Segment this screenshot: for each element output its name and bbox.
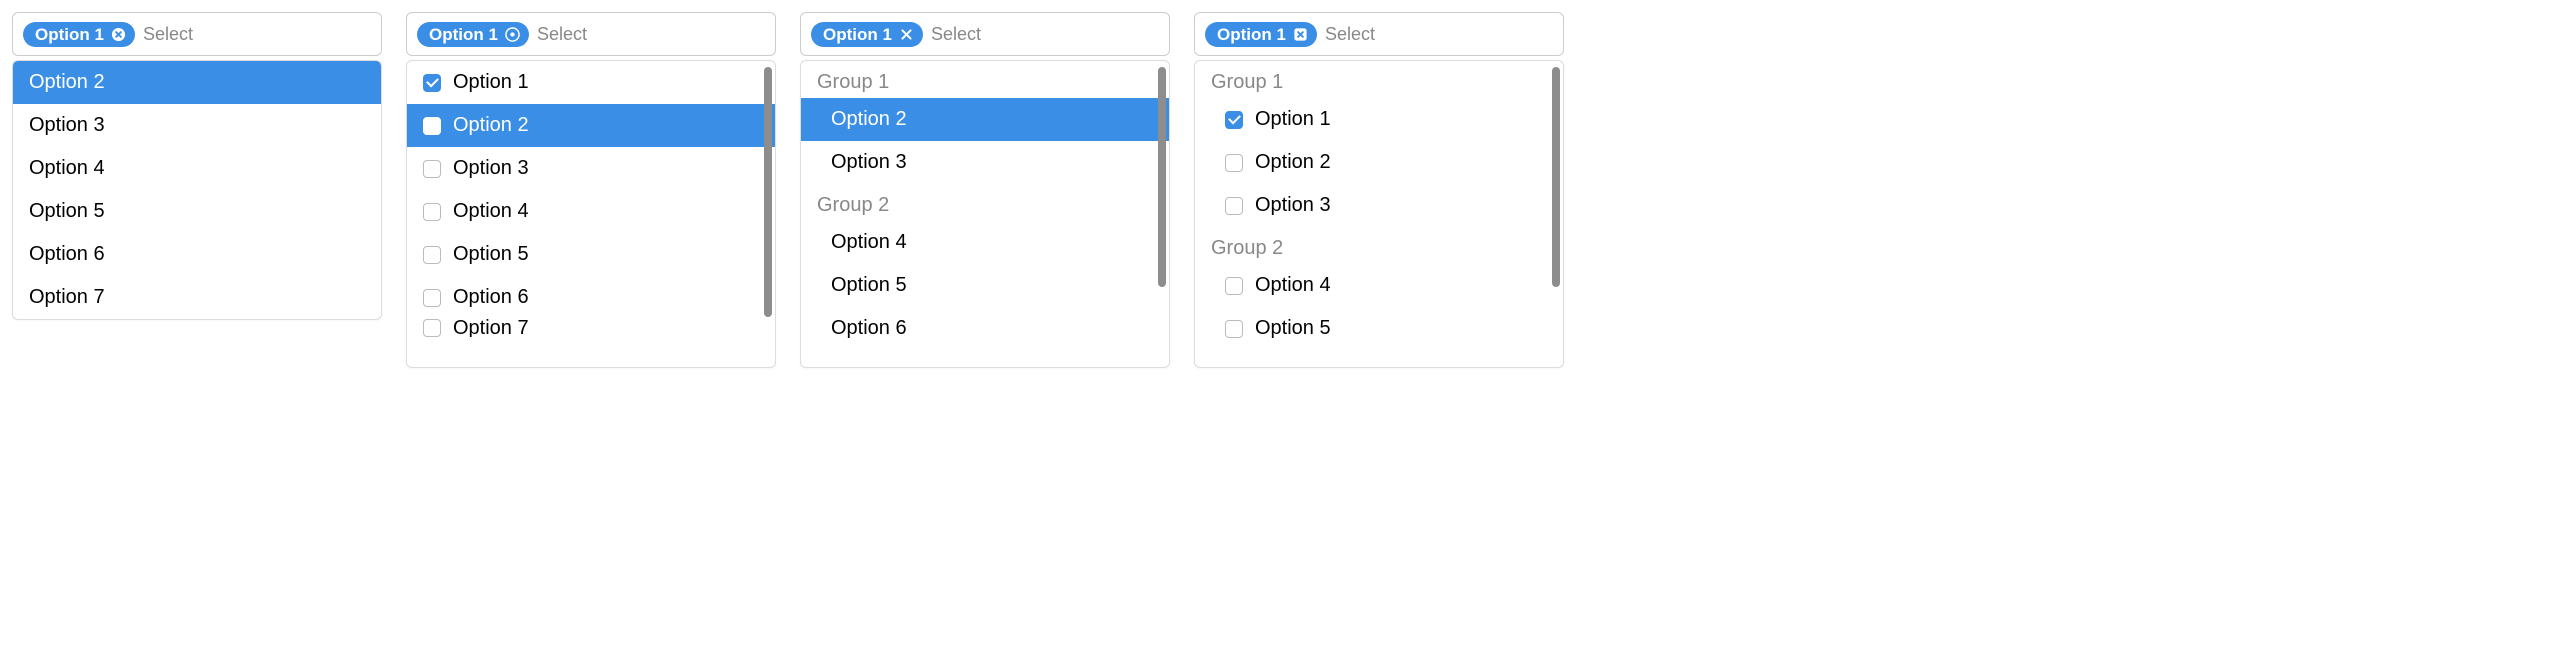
option-item[interactable]: Option 4 — [1195, 264, 1563, 307]
option-item[interactable]: Option 1 — [407, 61, 775, 104]
checkbox-icon — [423, 203, 441, 221]
checkbox-icon — [423, 74, 441, 92]
remove-chip-icon[interactable] — [898, 26, 915, 43]
dropdown-menu: Group 1 Option 1 Option 2 Option 3 Group… — [1194, 60, 1564, 368]
placeholder-text: Select — [143, 24, 193, 45]
checkbox-icon — [1225, 320, 1243, 338]
option-item[interactable]: Option 2 — [407, 104, 775, 147]
selected-chip: Option 1 — [1205, 22, 1317, 47]
select-input[interactable]: Option 1 Select — [12, 12, 382, 56]
option-item[interactable]: Option 5 — [13, 190, 381, 233]
option-item[interactable]: Option 3 — [13, 104, 381, 147]
scrollbar[interactable] — [1552, 67, 1560, 287]
group-label: Group 2 — [801, 184, 1169, 221]
group-label: Group 2 — [1195, 227, 1563, 264]
remove-chip-icon[interactable] — [504, 26, 521, 43]
chip-label: Option 1 — [35, 26, 104, 43]
placeholder-text: Select — [1325, 24, 1375, 45]
placeholder-text: Select — [931, 24, 981, 45]
select-input[interactable]: Option 1 Select — [1194, 12, 1564, 56]
option-item[interactable]: Option 5 — [801, 264, 1169, 307]
dropdown-menu: Option 2 Option 3 Option 4 Option 5 Opti… — [12, 60, 382, 320]
option-item[interactable]: Option 3 — [1195, 184, 1563, 227]
option-item[interactable]: Option 3 — [407, 147, 775, 190]
placeholder-text: Select — [537, 24, 587, 45]
checkbox-icon — [423, 117, 441, 135]
checkbox-icon — [1225, 154, 1243, 172]
multiselect-basic: Option 1 Select Option 2 Option 3 Option… — [12, 12, 382, 320]
checkbox-icon — [423, 289, 441, 307]
option-item[interactable]: Option 4 — [801, 221, 1169, 264]
option-item[interactable]: Option 1 — [1195, 98, 1563, 141]
option-item[interactable]: Option 6 — [801, 307, 1169, 350]
option-item[interactable]: Option 3 — [801, 141, 1169, 184]
option-item[interactable]: Option 5 — [1195, 307, 1563, 350]
option-item[interactable]: Option 2 — [801, 98, 1169, 141]
checkbox-icon — [1225, 111, 1243, 129]
select-input[interactable]: Option 1 Select — [800, 12, 1170, 56]
option-item[interactable]: Option 4 — [407, 190, 775, 233]
selected-chip: Option 1 — [23, 22, 135, 47]
group-label: Group 1 — [801, 61, 1169, 98]
remove-chip-icon[interactable] — [1292, 26, 1309, 43]
scrollbar[interactable] — [764, 67, 772, 317]
scrollbar[interactable] — [1158, 67, 1166, 287]
checkbox-icon — [423, 160, 441, 178]
checkbox-icon — [423, 246, 441, 264]
option-item[interactable]: Option 4 — [13, 147, 381, 190]
option-item[interactable]: Option 2 — [1195, 141, 1563, 184]
select-input[interactable]: Option 1 Select — [406, 12, 776, 56]
dropdown-menu: Group 1 Option 2 Option 3 Group 2 Option… — [800, 60, 1170, 368]
multiselect-grouped-checkbox: Option 1 Select Group 1 Option 1 Option … — [1194, 12, 1564, 368]
multiselect-checkbox: Option 1 Select Option 1 Option 2 Option… — [406, 12, 776, 368]
chip-label: Option 1 — [429, 26, 498, 43]
option-item[interactable]: Option 6 — [407, 276, 775, 319]
dropdown-menu: Option 1 Option 2 Option 3 Option 4 Opti… — [406, 60, 776, 368]
selected-chip: Option 1 — [811, 22, 923, 47]
remove-chip-icon[interactable] — [110, 26, 127, 43]
checkbox-icon — [423, 319, 441, 337]
option-item[interactable]: Option 6 — [13, 233, 381, 276]
option-item[interactable]: Option 7 — [13, 276, 381, 319]
option-item[interactable]: Option 7 — [407, 319, 775, 337]
checkbox-icon — [1225, 277, 1243, 295]
chip-label: Option 1 — [823, 26, 892, 43]
checkbox-icon — [1225, 197, 1243, 215]
group-label: Group 1 — [1195, 61, 1563, 98]
option-item[interactable]: Option 5 — [407, 233, 775, 276]
multiselect-grouped: Option 1 Select Group 1 Option 2 Option … — [800, 12, 1170, 368]
chip-label: Option 1 — [1217, 26, 1286, 43]
option-item[interactable]: Option 2 — [13, 61, 381, 104]
selected-chip: Option 1 — [417, 22, 529, 47]
